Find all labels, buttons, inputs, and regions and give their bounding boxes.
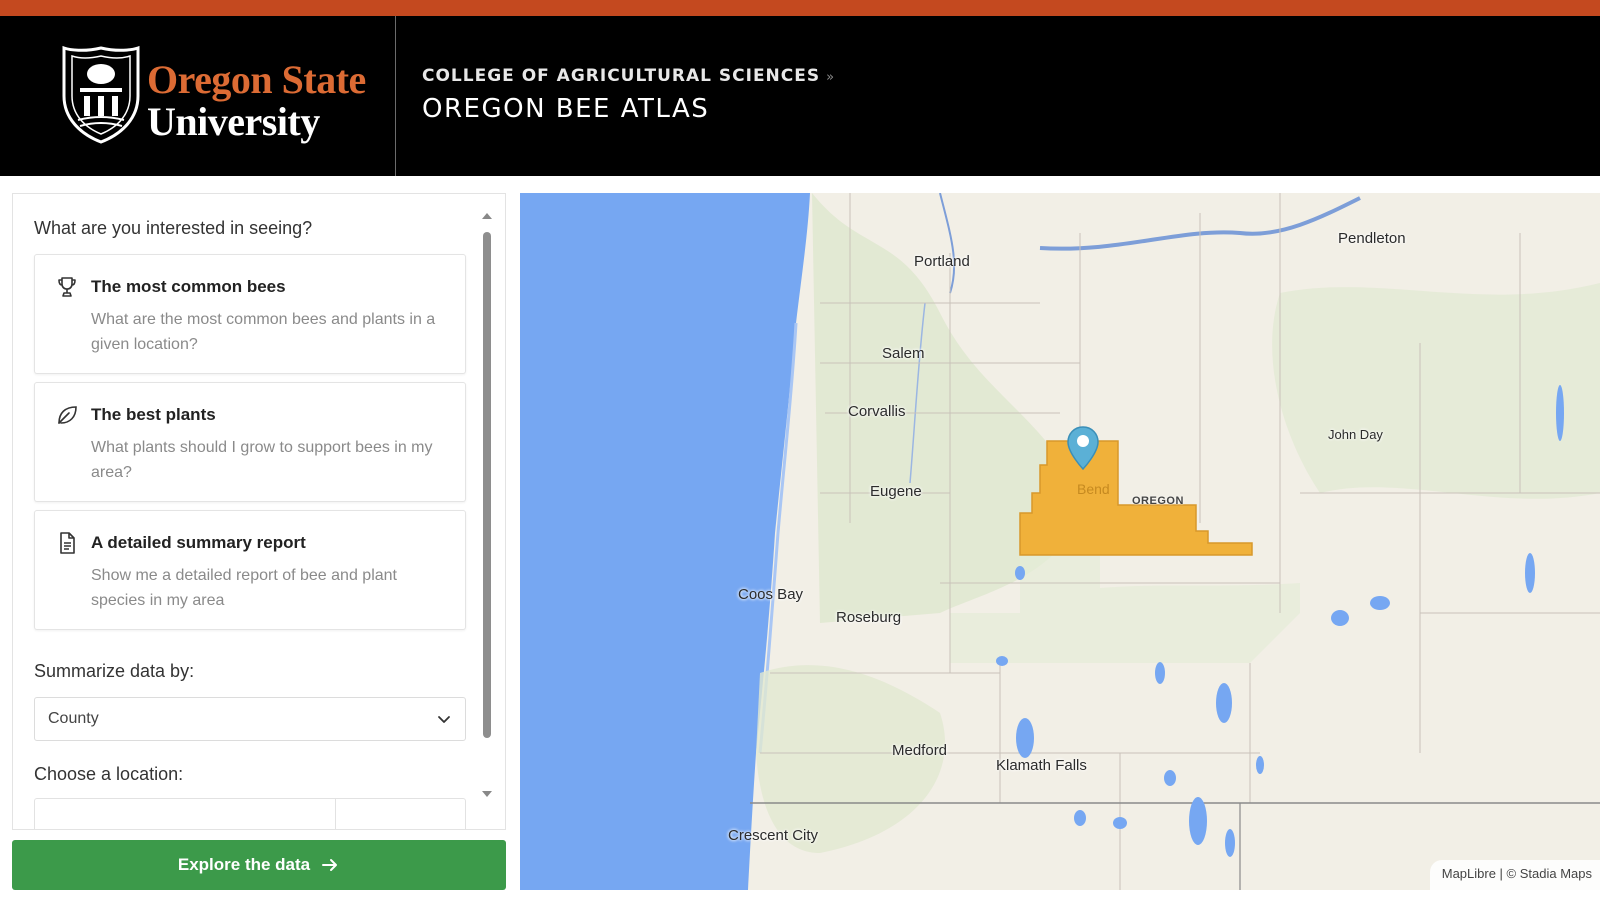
summarize-label: Summarize data by: (34, 661, 195, 681)
map-label-eugene: Eugene (870, 483, 922, 500)
osu-seal-icon (62, 45, 140, 144)
location-input-divider (335, 799, 336, 829)
scroll-down-arrow-icon[interactable] (481, 788, 493, 800)
map-label-john-day: John Day (1328, 427, 1383, 442)
map-label-pendleton: Pendleton (1338, 230, 1406, 247)
interest-question-label: What are you interested in seeing? (34, 218, 313, 238)
explore-data-button-label: Explore the data (177, 855, 311, 874)
option-description: What plants should I grow to support bee… (91, 439, 433, 481)
option-card-common-bees[interactable]: The most common bees What are the most c… (34, 254, 466, 374)
summarize-select[interactable]: County (34, 697, 466, 741)
summarize-select-value: County (48, 710, 99, 727)
chevron-down-icon (438, 716, 450, 723)
explore-data-button[interactable]: Explore the data (12, 840, 506, 890)
option-description: Show me a detailed report of bee and pla… (91, 567, 397, 609)
location-input[interactable] (34, 798, 466, 829)
option-title: A detailed summary report (91, 533, 306, 552)
scroll-up-arrow-icon[interactable] (481, 210, 493, 222)
option-title: The best plants (91, 405, 216, 424)
arrow-right-icon (322, 859, 338, 871)
options-panel: What are you interested in seeing? The m… (12, 193, 506, 830)
option-title: The most common bees (91, 277, 286, 296)
map-label-portland: Portland (914, 253, 970, 270)
location-label: Choose a location: (34, 764, 184, 784)
document-icon (60, 532, 75, 554)
osu-wordmark-line2: University (147, 99, 320, 144)
map-label-salem: Salem (882, 345, 925, 362)
map-label-roseburg: Roseburg (836, 609, 902, 626)
osu-wordmark-line1: Oregon State (147, 57, 366, 102)
location-pin-icon[interactable] (1066, 425, 1100, 471)
map-label-corvallis: Corvallis (848, 403, 906, 420)
map-label-crescent-city: Crescent City (728, 827, 819, 844)
map-base-layer (520, 193, 1600, 890)
map-label-bend: Bend (1077, 481, 1110, 497)
option-card-summary-report[interactable]: A detailed summary report Show me a deta… (34, 510, 466, 630)
osu-logo[interactable]: Oregon State University (0, 16, 396, 176)
panel-scrollbar[interactable] (481, 210, 493, 800)
map-label-medford: Medford (892, 742, 948, 759)
osu-wordmark: Oregon State University (147, 60, 366, 142)
option-description: What are the most common bees and plants… (91, 311, 436, 353)
breadcrumb-separator: » (826, 70, 836, 85)
map-label-coos-bay: Coos Bay (738, 586, 804, 603)
option-card-best-plants[interactable]: The best plants What plants should I gro… (34, 382, 466, 502)
options-panel-scroll-content: What are you interested in seeing? The m… (13, 194, 483, 829)
breadcrumb: COLLEGE OF AGRICULTURAL SCIENCES » (422, 66, 835, 86)
page-title[interactable]: OREGON BEE ATLAS (422, 94, 709, 124)
map-label-oregon-state: OREGON (1132, 495, 1184, 507)
breadcrumb-college-link[interactable]: COLLEGE OF AGRICULTURAL SCIENCES (422, 66, 820, 86)
site-header: Oregon State University COLLEGE OF AGRIC… (0, 16, 1600, 176)
map-view[interactable]: Portland Salem Corvallis Eugene Bend Coo… (520, 193, 1600, 890)
scrollbar-thumb[interactable] (483, 232, 491, 738)
map-attribution[interactable]: MapLibre | © Stadia Maps (1429, 860, 1600, 890)
leaf-icon (58, 406, 77, 424)
top-accent-bar (0, 0, 1600, 16)
map-label-klamath-falls: Klamath Falls (996, 757, 1087, 774)
trophy-icon (58, 277, 76, 297)
